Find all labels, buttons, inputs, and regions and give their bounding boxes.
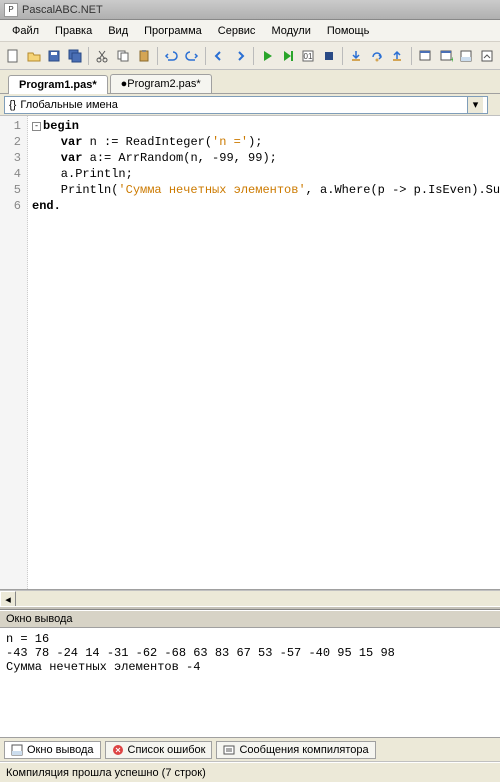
horizontal-scrollbar[interactable]: ◂ <box>0 590 500 606</box>
code-line: Println( <box>32 183 118 197</box>
window-title: PascalABC.NET <box>22 4 103 16</box>
status-text: Компиляция прошла успешно (7 строк) <box>6 767 206 779</box>
line-number: 1 <box>2 118 21 134</box>
nav-forward-button[interactable] <box>230 46 249 66</box>
code-line: 'n =' <box>212 135 248 149</box>
toolbar: 01 + <box>0 42 500 70</box>
code-line: var <box>32 151 82 165</box>
cut-button[interactable] <box>93 46 112 66</box>
toolbar-separator <box>157 47 158 65</box>
bottom-tabs: Окно вывода Список ошибок Сообщения комп… <box>0 738 500 762</box>
toolbar-separator <box>205 47 206 65</box>
fold-icon[interactable]: - <box>32 122 41 131</box>
editor-area[interactable]: 1 2 3 4 5 6 -begin var n := ReadInteger(… <box>0 116 500 590</box>
bottom-tab-errors[interactable]: Список ошибок <box>105 741 213 759</box>
bottom-tab-compiler[interactable]: Сообщения компилятора <box>216 741 375 759</box>
menu-program[interactable]: Программа <box>136 23 210 39</box>
app-icon: P <box>4 3 18 17</box>
stop-button[interactable] <box>320 46 339 66</box>
compile-button[interactable]: 01 <box>299 46 318 66</box>
toolbar-separator <box>253 47 254 65</box>
code-line: , a.Where(p -> p.IsEven).Sum) <box>306 183 500 197</box>
output-panel[interactable]: n = 16 -43 78 -24 14 -31 -62 -68 63 83 6… <box>0 628 500 738</box>
run-no-debug-button[interactable] <box>278 46 297 66</box>
line-number: 5 <box>2 182 21 198</box>
menu-help[interactable]: Помощь <box>319 23 378 39</box>
line-gutter: 1 2 3 4 5 6 <box>0 116 28 589</box>
toolbar-separator <box>342 47 343 65</box>
menu-modules[interactable]: Модули <box>263 23 318 39</box>
minimize-output-button[interactable] <box>477 46 496 66</box>
titlebar: P PascalABC.NET <box>0 0 500 20</box>
code-line: end. <box>32 199 61 213</box>
menu-view[interactable]: Вид <box>100 23 136 39</box>
code-line: 'Сумма нечетных элементов' <box>118 183 305 197</box>
form-designer-button[interactable] <box>416 46 435 66</box>
output-panel-title: Окно вывода <box>0 610 500 628</box>
run-button[interactable] <box>258 46 277 66</box>
svg-text:+: + <box>450 55 453 63</box>
code-line: begin <box>43 119 79 133</box>
new-form-button[interactable]: + <box>436 46 455 66</box>
tab-program2[interactable]: ●Program2.pas* <box>110 74 212 93</box>
braces-icon: {} <box>9 99 16 111</box>
open-file-button[interactable] <box>25 46 44 66</box>
undo-button[interactable] <box>162 46 181 66</box>
code-line: a.Println; <box>32 167 133 181</box>
output-icon <box>11 744 23 756</box>
code-line: n := ReadInteger( <box>82 135 212 149</box>
new-file-button[interactable] <box>4 46 23 66</box>
toolbar-separator <box>88 47 89 65</box>
line-number: 3 <box>2 150 21 166</box>
bottom-tab-output[interactable]: Окно вывода <box>4 741 101 759</box>
save-button[interactable] <box>45 46 64 66</box>
save-all-button[interactable] <box>66 46 85 66</box>
scroll-left-button[interactable]: ◂ <box>0 591 16 607</box>
menubar: Файл Правка Вид Программа Сервис Модули … <box>0 20 500 42</box>
step-into-button[interactable] <box>347 46 366 66</box>
line-number: 6 <box>2 198 21 214</box>
code-editor[interactable]: -begin var n := ReadInteger('n ='); var … <box>28 116 500 589</box>
chevron-down-icon: ▾ <box>467 97 483 113</box>
line-number: 4 <box>2 166 21 182</box>
menu-file[interactable]: Файл <box>4 23 47 39</box>
copy-button[interactable] <box>114 46 133 66</box>
nav-back-button[interactable] <box>210 46 229 66</box>
redo-button[interactable] <box>182 46 201 66</box>
scope-label: Глобальные имена <box>20 99 118 111</box>
scope-bar: {} Глобальные имена ▾ <box>0 94 500 116</box>
tab-program1[interactable]: Program1.pas* <box>8 75 108 94</box>
bottom-tab-label: Окно вывода <box>27 744 94 756</box>
scope-combo[interactable]: {} Глобальные имена ▾ <box>4 96 488 114</box>
paste-button[interactable] <box>134 46 153 66</box>
bottom-tab-label: Сообщения компилятора <box>239 744 368 756</box>
error-list-icon <box>112 744 124 756</box>
compiler-icon <box>223 744 235 756</box>
tabbar: Program1.pas* ●Program2.pas* <box>0 70 500 94</box>
step-out-button[interactable] <box>388 46 407 66</box>
step-over-button[interactable] <box>368 46 387 66</box>
line-number: 2 <box>2 134 21 150</box>
toolbar-separator <box>411 47 412 65</box>
code-line: a:= ArrRandom(n, -99, 99); <box>82 151 276 165</box>
bottom-tab-label: Список ошибок <box>128 744 206 756</box>
statusbar: Компиляция прошла успешно (7 строк) <box>0 762 500 782</box>
code-line: ); <box>248 135 262 149</box>
menu-edit[interactable]: Правка <box>47 23 100 39</box>
output-window-button[interactable] <box>457 46 476 66</box>
svg-text:01: 01 <box>304 52 313 61</box>
code-line: var <box>32 135 82 149</box>
menu-service[interactable]: Сервис <box>210 23 264 39</box>
